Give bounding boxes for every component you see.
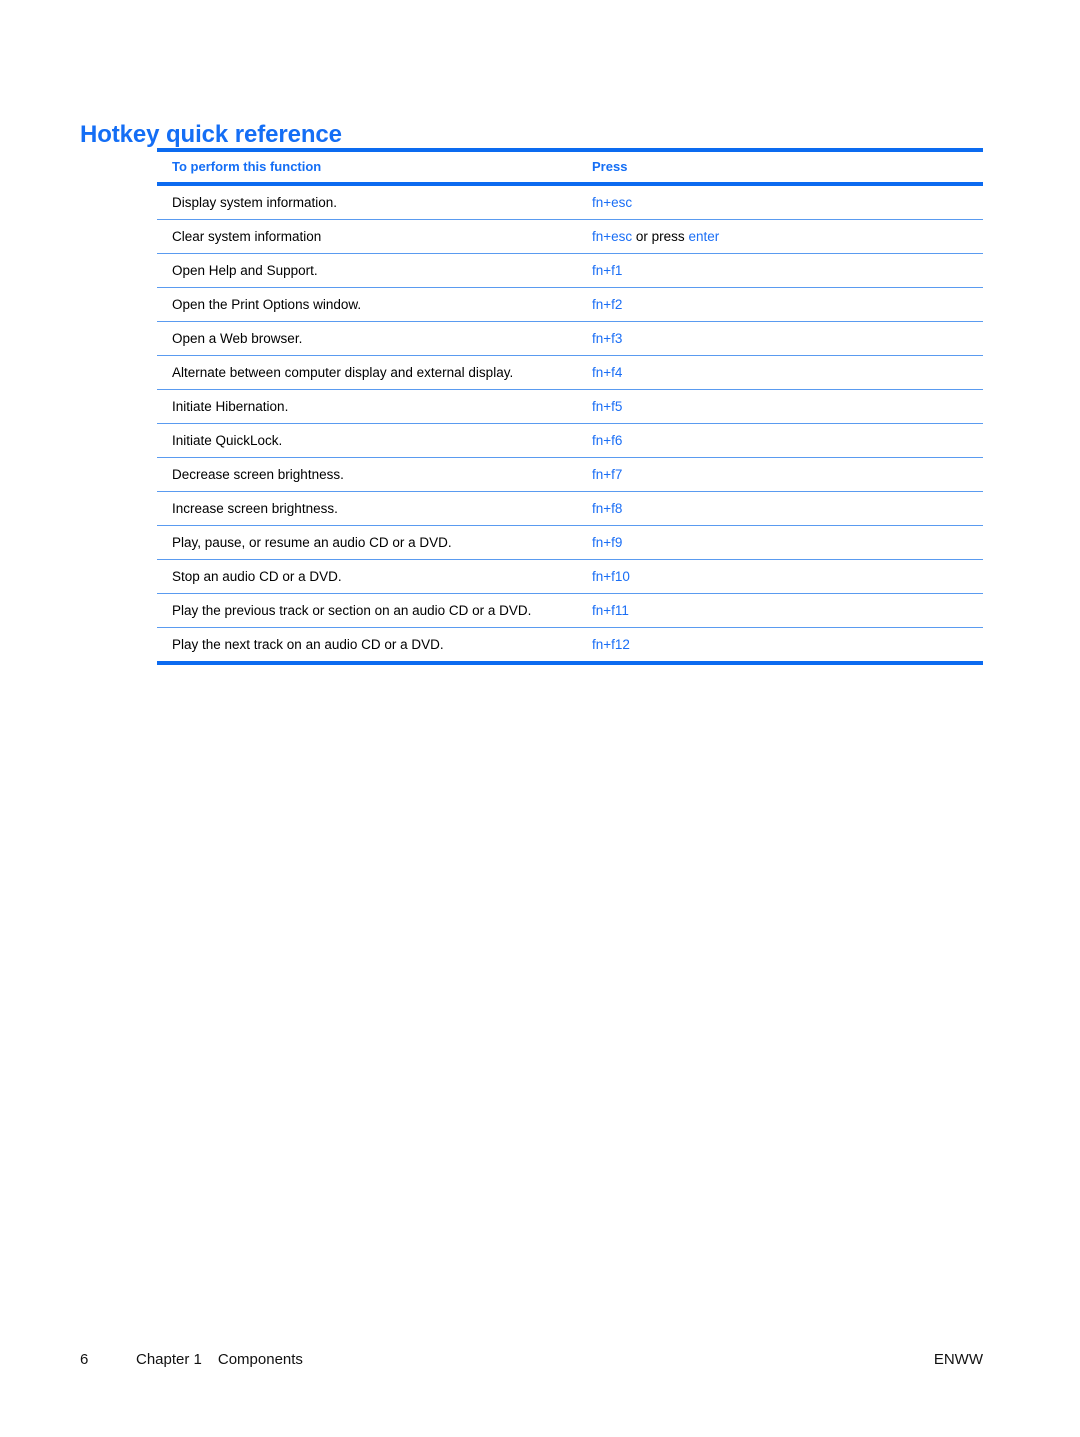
key-combo-primary: fn+f10 bbox=[592, 569, 630, 584]
table-body: Display system information. fn+esc Clear s… bbox=[157, 184, 983, 665]
cell-press: fn+f11 bbox=[577, 593, 983, 628]
cell-press: fn+f10 bbox=[577, 559, 983, 594]
key-combo-primary: fn+f4 bbox=[592, 365, 623, 380]
cell-function: Increase screen brightness. bbox=[157, 491, 577, 526]
key-combo-primary: fn+f3 bbox=[592, 331, 623, 346]
table-header-row: To perform this function Press bbox=[157, 148, 983, 186]
table-row: Open Help and Support. fn+f1 bbox=[157, 253, 983, 288]
cell-function: Open Help and Support. bbox=[157, 253, 577, 288]
footer-locale-label: ENWW bbox=[933, 1351, 983, 1368]
cell-press: fn+f1 bbox=[577, 253, 983, 288]
cell-press: fn+f9 bbox=[577, 525, 983, 560]
key-combo-primary: fn+esc bbox=[592, 229, 633, 244]
cell-function: Initiate Hibernation. bbox=[157, 389, 577, 424]
key-combo-primary: fn+esc bbox=[592, 195, 633, 210]
cell-press: fn+f5 bbox=[577, 389, 983, 424]
cell-function: Open a Web browser. bbox=[157, 321, 577, 356]
key-combo-alternate: enter bbox=[688, 229, 720, 244]
table-row: Display system information. fn+esc bbox=[157, 184, 983, 220]
key-combo-conjunction: or press bbox=[632, 229, 689, 244]
table-row: Open a Web browser. fn+f3 bbox=[157, 321, 983, 356]
table-row: Initiate Hibernation. fn+f5 bbox=[157, 389, 983, 424]
cell-function: Play the next track on an audio CD or a … bbox=[157, 627, 577, 665]
cell-function: Play the previous track or section on an… bbox=[157, 593, 577, 628]
cell-function: Alternate between computer display and e… bbox=[157, 355, 577, 390]
key-combo-primary: fn+f12 bbox=[592, 637, 630, 652]
cell-function: Initiate QuickLock. bbox=[157, 423, 577, 458]
table-row: Alternate between computer display and e… bbox=[157, 355, 983, 390]
table-row: Initiate QuickLock. fn+f6 bbox=[157, 423, 983, 458]
page-footer: 6 Chapter 1 Components ENWW bbox=[80, 1349, 983, 1371]
cell-function: Open the Print Options window. bbox=[157, 287, 577, 322]
key-combo-primary: fn+f5 bbox=[592, 399, 623, 414]
cell-function: Play, pause, or resume an audio CD or a … bbox=[157, 525, 577, 560]
document-page: Hotkey quick reference To perform this f… bbox=[0, 0, 1080, 1437]
cell-function: Decrease screen brightness. bbox=[157, 457, 577, 492]
page-title: Hotkey quick reference bbox=[80, 121, 342, 149]
column-header-function: To perform this function bbox=[157, 148, 577, 186]
key-combo-primary: fn+f9 bbox=[592, 535, 623, 550]
key-combo-primary: fn+f8 bbox=[592, 501, 623, 516]
cell-press: fn+f12 bbox=[577, 627, 983, 665]
hotkey-reference-table: To perform this function Press Display s… bbox=[157, 148, 983, 665]
cell-press: fn+f6 bbox=[577, 423, 983, 458]
cell-press: fn+esc bbox=[577, 184, 983, 220]
cell-press: fn+f7 bbox=[577, 457, 983, 492]
table-row: Play the next track on an audio CD or a … bbox=[157, 627, 983, 665]
cell-function: Stop an audio CD or a DVD. bbox=[157, 559, 577, 594]
table-row: Decrease screen brightness. fn+f7 bbox=[157, 457, 983, 492]
table-row: Play, pause, or resume an audio CD or a … bbox=[157, 525, 983, 560]
key-combo-primary: fn+f6 bbox=[592, 433, 623, 448]
cell-press: fn+f2 bbox=[577, 287, 983, 322]
key-combo-primary: fn+f2 bbox=[592, 297, 623, 312]
cell-function: Display system information. bbox=[157, 184, 577, 220]
table-row: Open the Print Options window. fn+f2 bbox=[157, 287, 983, 322]
cell-press: fn+f4 bbox=[577, 355, 983, 390]
cell-press: fn+f8 bbox=[577, 491, 983, 526]
key-combo-primary: fn+f11 bbox=[592, 603, 629, 618]
table-row: Stop an audio CD or a DVD. fn+f10 bbox=[157, 559, 983, 594]
table-row: Clear system information fn+esc or press … bbox=[157, 219, 983, 254]
cell-press: fn+f3 bbox=[577, 321, 983, 356]
column-header-press: Press bbox=[577, 148, 983, 186]
cell-function: Clear system information bbox=[157, 219, 577, 254]
footer-left-group: 6 Chapter 1 Components bbox=[80, 1349, 303, 1371]
footer-page-number: 6 bbox=[80, 1351, 89, 1368]
table-header: To perform this function Press bbox=[157, 148, 983, 186]
key-combo-primary: fn+f7 bbox=[592, 467, 623, 482]
table-row: Increase screen brightness. fn+f8 bbox=[157, 491, 983, 526]
footer-chapter-label: Chapter 1 bbox=[136, 1351, 202, 1368]
key-combo-primary: fn+f1 bbox=[592, 263, 623, 278]
cell-press: fn+esc or press enter bbox=[577, 219, 983, 254]
table-row: Play the previous track or section on an… bbox=[157, 593, 983, 628]
footer-section-label: Components bbox=[217, 1351, 303, 1368]
